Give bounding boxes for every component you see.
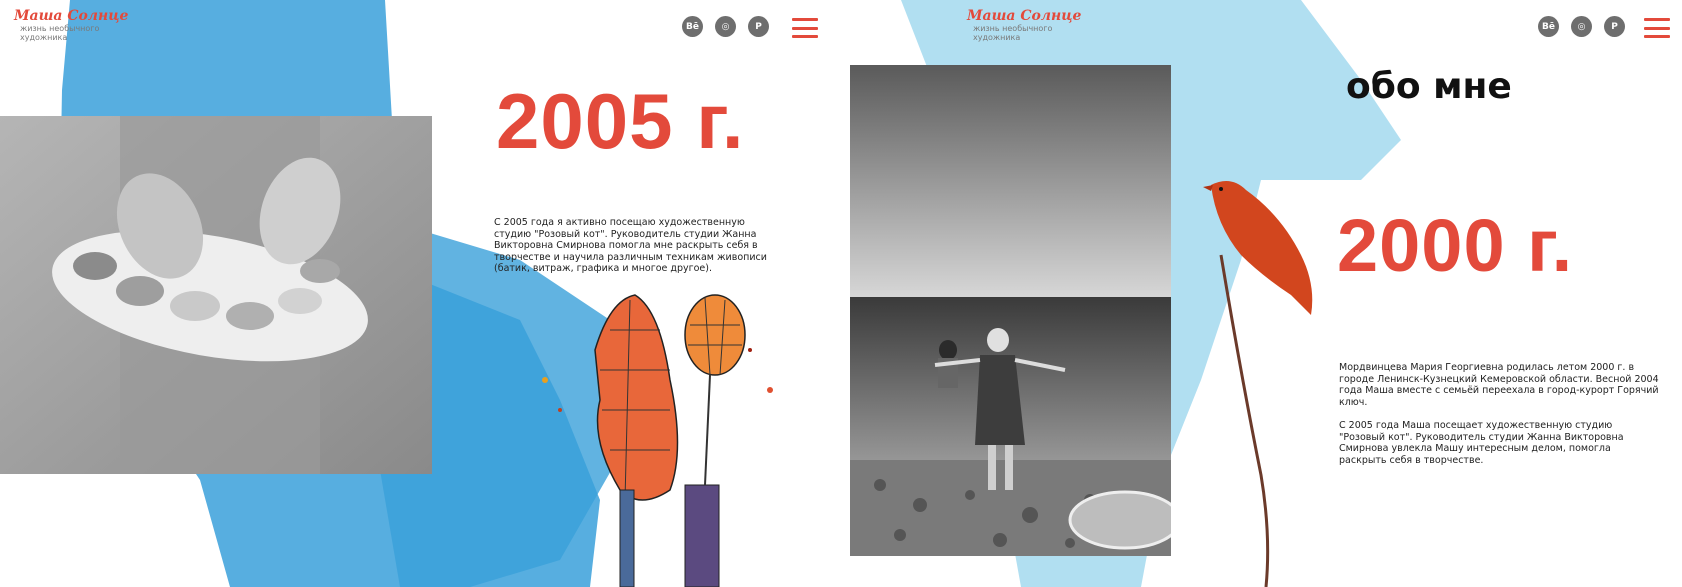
logo-tagline: жизнь необычного художника xyxy=(973,24,1053,42)
logo[interactable]: Маша Солнце жизнь необычного художника xyxy=(14,8,128,42)
about-title: обо мне xyxy=(1346,66,1512,107)
bio-paragraph-1: Мордвинцева Мария Георгиевна родилась ле… xyxy=(1339,362,1659,408)
behance-icon[interactable]: Bē xyxy=(682,16,703,37)
pinterest-icon[interactable]: P xyxy=(748,16,769,37)
bio-paragraph-2: С 2005 года Маша посещает художественную… xyxy=(1339,420,1624,466)
pinterest-icon[interactable]: P xyxy=(1604,16,1625,37)
painted-trees-illustration xyxy=(542,294,773,587)
year-heading: 2000 г. xyxy=(1337,204,1574,287)
social-links: Bē ◎ P xyxy=(1538,16,1625,37)
behance-icon[interactable]: Bē xyxy=(1538,16,1559,37)
beach-photo xyxy=(850,65,1171,556)
logo-tagline: жизнь необычного художника xyxy=(20,24,100,42)
palette-photo xyxy=(0,116,432,474)
year-heading: 2005 г. xyxy=(496,77,745,165)
instagram-icon[interactable]: ◎ xyxy=(715,16,736,37)
slide-about: Маша Солнце жизнь необычного художника B… xyxy=(841,0,1682,587)
social-links: Bē ◎ P xyxy=(682,16,769,37)
logo-text: Маша Солнце xyxy=(14,8,129,24)
instagram-icon[interactable]: ◎ xyxy=(1571,16,1592,37)
logo-text: Маша Солнце xyxy=(967,8,1082,24)
hamburger-menu-icon[interactable] xyxy=(1644,18,1670,38)
bio-paragraph: С 2005 года я активно посещаю художестве… xyxy=(494,217,767,274)
slide-2005: Маша Солнце жизнь необычного художника B… xyxy=(0,0,841,587)
hamburger-menu-icon[interactable] xyxy=(792,18,818,38)
logo[interactable]: Маша Солнце жизнь необычного художника xyxy=(967,8,1081,42)
red-bird-illustration xyxy=(1203,181,1313,587)
